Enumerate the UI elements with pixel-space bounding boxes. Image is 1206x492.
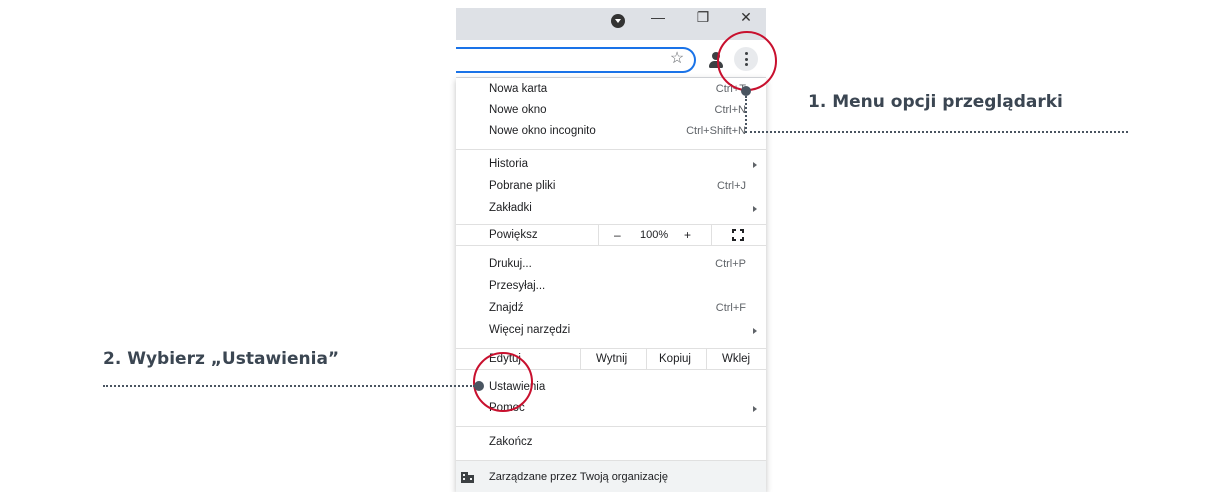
zoom-level-value: 100% [640, 229, 669, 241]
menu-item-exit[interactable]: Zakończ [456, 432, 766, 454]
shortcut-label: Ctrl+P [715, 258, 746, 270]
menu-item-history[interactable]: Historia [456, 154, 766, 176]
zoom-out-button[interactable]: – [614, 228, 621, 242]
menu-separator [456, 426, 766, 427]
shortcut-label: Ctrl+F [715, 302, 746, 314]
browser-options-menu: Nowa karta Ctrl+T Nowe okno Ctrl+N Nowe … [456, 78, 766, 492]
zoom-row: Powiększ – 100% + [456, 224, 766, 246]
row-divider [706, 349, 707, 369]
menu-item-label: Historia [489, 158, 528, 170]
row-divider [646, 349, 647, 369]
annotation-step2-label: 2. Wybierz „Ustawienia” [103, 349, 340, 369]
menu-item-label: Nowe okno [489, 104, 547, 116]
annotation-dot [741, 86, 751, 96]
fullscreen-icon[interactable] [732, 229, 744, 241]
profile-dropdown-icon[interactable] [611, 14, 625, 28]
close-button[interactable]: ✕ [737, 8, 755, 26]
paste-button[interactable]: Wklej [722, 353, 750, 365]
menu-item-label: Nowe okno incognito [489, 125, 596, 137]
menu-item-print[interactable]: Drukuj... Ctrl+P [456, 254, 766, 276]
menu-item-more-tools[interactable]: Więcej narzędzi [456, 320, 766, 342]
submenu-arrow-icon [753, 206, 757, 212]
zoom-in-button[interactable]: + [684, 228, 691, 242]
menu-item-label: Nowa karta [489, 83, 548, 95]
row-divider [711, 225, 712, 245]
shortcut-label: Ctrl+J [716, 180, 746, 192]
menu-item-bookmarks[interactable]: Zakładki [456, 198, 766, 220]
menu-item-label: Pobrane pliki [489, 180, 556, 192]
menu-separator [456, 149, 766, 150]
row-divider [598, 225, 599, 245]
restore-button[interactable]: ❐ [694, 8, 712, 26]
menu-item-label: Zakończ [489, 436, 533, 448]
address-bar[interactable] [456, 47, 696, 73]
menu-item-downloads[interactable]: Pobrane pliki Ctrl+J [456, 176, 766, 198]
annotation-dot [474, 381, 484, 391]
copy-button[interactable]: Kopiuj [659, 353, 691, 365]
menu-item-incognito[interactable]: Nowe okno incognito Ctrl+Shift+N [456, 121, 766, 143]
submenu-arrow-icon [753, 162, 757, 168]
highlight-circle-menu-button [717, 31, 777, 91]
menu-item-label: Znajdź [489, 302, 524, 314]
zoom-label: Powiększ [489, 229, 538, 241]
managed-by-organization-text: Zarządzane przez Twoją organizację [489, 471, 668, 483]
menu-item-new-tab[interactable]: Nowa karta Ctrl+T [456, 79, 766, 101]
shortcut-label: Ctrl+Shift+N [686, 125, 746, 137]
annotation-leader-line [103, 385, 475, 387]
menu-item-label: Drukuj... [489, 258, 532, 270]
menu-item-find[interactable]: Znajdź Ctrl+F [456, 298, 766, 320]
annotation-leader-line [745, 96, 747, 133]
menu-item-label: Więcej narzędzi [489, 324, 571, 336]
building-icon [461, 472, 474, 483]
menu-item-cast[interactable]: Przesyłaj... [456, 276, 766, 298]
minimize-button[interactable]: — [649, 8, 667, 26]
annotation-step1-label: 1. Menu opcji przeglądarki [808, 92, 1063, 112]
annotation-leader-line [745, 131, 1128, 133]
menu-item-new-window[interactable]: Nowe okno Ctrl+N [456, 100, 766, 122]
menu-item-label: Zakładki [489, 202, 532, 214]
menu-item-label: Przesyłaj... [489, 280, 546, 292]
bookmark-star-icon[interactable]: ☆ [668, 50, 686, 68]
row-divider [580, 349, 581, 369]
submenu-arrow-icon [753, 406, 757, 412]
submenu-arrow-icon [753, 328, 757, 334]
managed-by-organization-bar[interactable]: Zarządzane przez Twoją organizację [456, 460, 766, 492]
cut-button[interactable]: Wytnij [596, 353, 627, 365]
shortcut-label: Ctrl+N [714, 104, 746, 116]
